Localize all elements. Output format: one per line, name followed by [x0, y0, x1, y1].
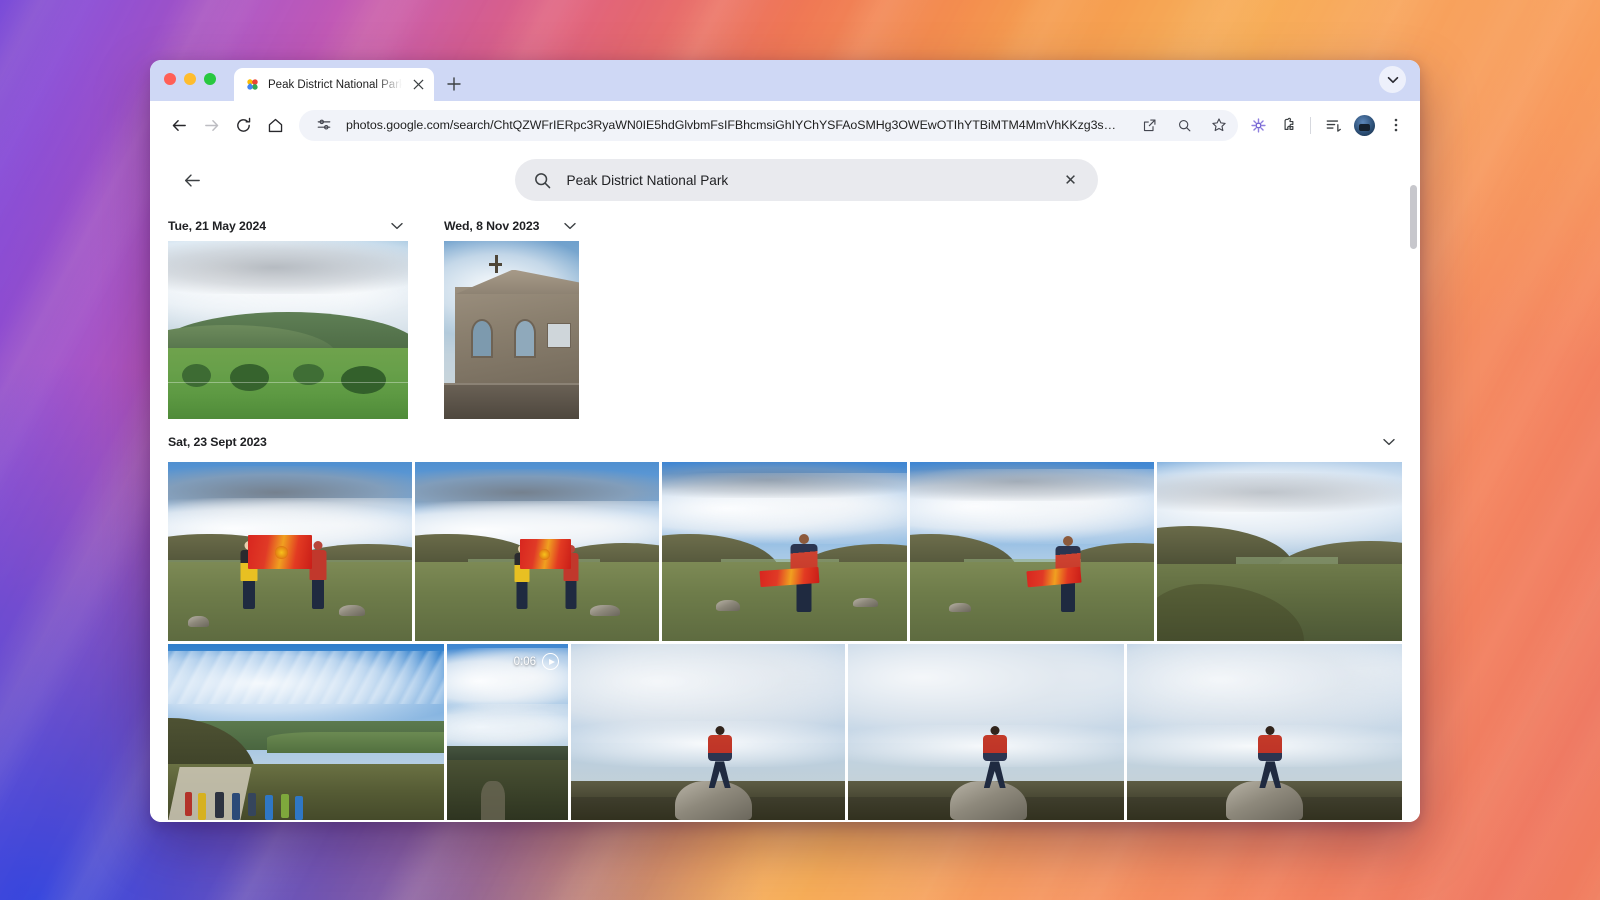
reading-list-icon[interactable] [1319, 111, 1347, 139]
close-window-button[interactable] [164, 73, 176, 85]
tab-strip: Peak District National Park - G [150, 60, 1420, 101]
clear-search-button[interactable]: ✕ [1058, 167, 1084, 193]
browser-toolbar: photos.google.com/search/ChtQZWFrIERpc3R… [150, 101, 1420, 149]
page-scrollbar-thumb[interactable] [1410, 185, 1417, 249]
browser-window: Peak District National Park - G [150, 60, 1420, 822]
google-photos-pinwheel-icon [245, 77, 260, 92]
play-circle-icon [542, 653, 560, 670]
chevron-down-icon[interactable] [559, 215, 581, 237]
tab-title: Peak District National Park - G [268, 78, 402, 91]
browser-tab[interactable]: Peak District National Park - G [234, 68, 434, 101]
address-bar[interactable]: photos.google.com/search/ChtQZWFrIERpc3R… [299, 109, 1238, 141]
google-photos-page: ✕ Tue, 21 May 2024 [150, 149, 1420, 822]
search-icon [533, 171, 553, 190]
photo-two-hikers-holding-banner-on-ridge[interactable] [168, 462, 412, 641]
search-input[interactable] [566, 172, 1044, 188]
photos-search-bar[interactable]: ✕ [514, 159, 1098, 201]
photo-rolling-green-hills-landscape[interactable] [168, 241, 408, 419]
browser-forward-button[interactable] [196, 110, 226, 140]
puzzle-flower-icon[interactable] [1244, 111, 1272, 139]
date-label: Tue, 21 May 2024 [168, 219, 266, 233]
photo-man-standing-on-rock-3[interactable] [1126, 644, 1403, 820]
photo-man-standing-on-rock-1[interactable] [571, 644, 846, 820]
date-label: Sat, 23 Sept 2023 [168, 435, 267, 449]
site-settings-tune-icon[interactable] [311, 112, 337, 138]
video-duration-badge: 0:06 [513, 653, 560, 670]
photo-hiker-with-banner-valley-view[interactable] [910, 462, 1155, 641]
date-group-header: Wed, 8 Nov 2023 [444, 211, 581, 241]
photo-two-hikers-holding-banner-wide-shot[interactable] [414, 462, 659, 641]
photo-stone-chapel-building[interactable] [444, 241, 579, 419]
photo-group-of-hikers-on-trail[interactable] [168, 644, 445, 820]
chevron-down-icon[interactable] [386, 215, 408, 237]
date-group-2023-09-23: Sat, 23 Sept 2023 0:06 [168, 425, 1403, 820]
profile-avatar[interactable] [1354, 114, 1375, 136]
search-zoom-icon[interactable] [1171, 112, 1197, 138]
video-duration-text: 0:06 [513, 655, 537, 668]
window-traffic-lights [164, 73, 216, 85]
new-tab-button[interactable] [440, 70, 468, 98]
bookmark-star-icon[interactable] [1206, 112, 1232, 138]
photo-row: 0:06 [168, 644, 1403, 820]
date-group-2024-05-21: Tue, 21 May 2024 [168, 211, 408, 419]
photo-sections: Tue, 21 May 2024 Wed, 8 Nov 2023 Sat, 23… [150, 211, 1420, 820]
extensions-puzzle-icon[interactable] [1274, 111, 1302, 139]
minimize-window-button[interactable] [184, 73, 196, 85]
reload-button[interactable] [228, 110, 258, 140]
photo-man-standing-on-rock-2[interactable] [848, 644, 1124, 820]
url-text: photos.google.com/search/ChtQZWFrIERpc3R… [346, 118, 1116, 132]
date-label: Wed, 8 Nov 2023 [444, 219, 540, 233]
three-dot-menu-icon[interactable] [1382, 111, 1410, 139]
share-open-in-new-icon[interactable] [1136, 112, 1162, 138]
search-bar-container: ✕ [212, 159, 1400, 201]
maximize-window-button[interactable] [204, 73, 216, 85]
date-group-header: Tue, 21 May 2024 [168, 211, 408, 241]
date-group-2023-11-08: Wed, 8 Nov 2023 [444, 211, 581, 419]
photo-row [168, 462, 1402, 641]
home-button[interactable] [260, 110, 290, 140]
photo-moorland-valley-panorama[interactable] [1157, 462, 1402, 641]
top-date-groups: Tue, 21 May 2024 Wed, 8 Nov 2023 [168, 211, 1402, 419]
browser-back-button[interactable] [164, 110, 194, 140]
close-tab-button[interactable] [410, 77, 426, 93]
toolbar-divider [1310, 116, 1311, 134]
desktop-background: Peak District National Park - G [0, 0, 1600, 900]
date-group-header: Sat, 23 Sept 2023 [168, 425, 1402, 459]
photo-hiker-unfurling-banner-on-moor[interactable] [661, 462, 908, 641]
photo-moorland-video-clip[interactable]: 0:06 [447, 644, 569, 820]
page-scrollbar[interactable] [1407, 149, 1420, 822]
photos-back-button[interactable] [172, 160, 212, 200]
tab-search-button[interactable] [1379, 66, 1406, 93]
chevron-down-icon[interactable] [1378, 431, 1400, 453]
photos-app-header: ✕ [150, 149, 1420, 211]
